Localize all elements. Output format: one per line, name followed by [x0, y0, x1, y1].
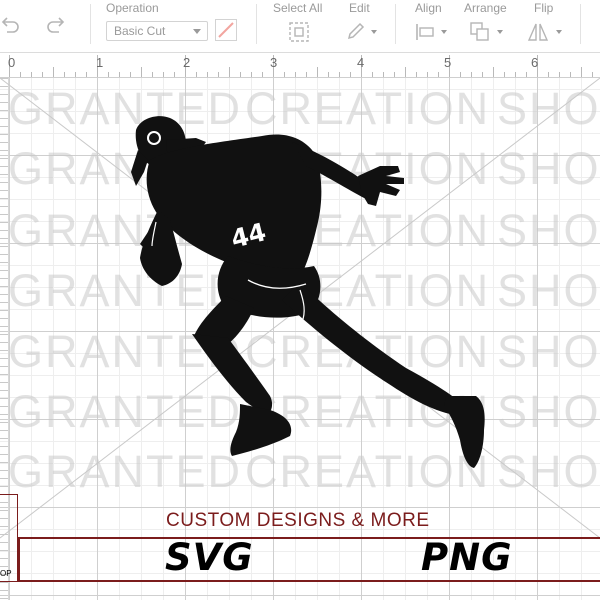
ruler-tick: [306, 72, 307, 77]
chevron-down-icon: [441, 30, 447, 34]
ruler-tick: [504, 72, 505, 77]
arrange-label: Arrange: [464, 1, 507, 15]
ruler-tick: [592, 72, 593, 77]
ruler-tick: [218, 72, 219, 77]
operation-value: Basic Cut: [114, 24, 166, 38]
ruler-mark: 6: [531, 55, 539, 70]
ruler-tick: [339, 72, 340, 77]
ruler-tick: [438, 72, 439, 77]
ruler-tick: [262, 72, 263, 77]
chevron-down-icon: [371, 30, 377, 34]
ruler-mark: 3: [270, 55, 278, 70]
ruler-tick: [86, 72, 87, 77]
undo-icon[interactable]: [0, 14, 20, 34]
ruler-tick: [75, 72, 76, 77]
ruler-tick: [240, 72, 241, 77]
ruler-tick: [416, 72, 417, 77]
ruler-tick: [284, 72, 285, 77]
ruler-tick: [581, 67, 582, 77]
ruler-tick: [328, 72, 329, 77]
ruler-tick: [174, 72, 175, 77]
ruler-tick: [251, 72, 252, 77]
ruler-tick: [405, 67, 406, 77]
ruler-tick: [108, 72, 109, 77]
toolbar-separator: [580, 4, 581, 44]
ruler-tick: [295, 72, 296, 77]
ruler-tick: [20, 72, 21, 77]
align-label: Align: [415, 1, 442, 15]
ruler-tick: [559, 72, 560, 77]
ruler-tick: [548, 72, 549, 77]
ruler-tick: [383, 72, 384, 77]
ruler-tick: [130, 72, 131, 77]
top-toolbar: Operation Basic Cut Select All Edit Alig…: [0, 0, 600, 53]
ruler-tick: [207, 72, 208, 77]
ruler-tick: [152, 72, 153, 77]
ruler-tick: [196, 72, 197, 77]
png-format-label: PNG: [421, 536, 513, 579]
pencil-edit-icon[interactable]: [346, 21, 366, 41]
ruler-tick: [350, 72, 351, 77]
ruler-tick: [42, 72, 43, 77]
chevron-down-icon: [193, 29, 201, 34]
ruler-tick: [372, 72, 373, 77]
ruler-tick: [482, 72, 483, 77]
flip-icon[interactable]: [526, 21, 550, 43]
side-fragment-text: OP: [0, 569, 12, 578]
svg-format-label: SVG: [165, 536, 254, 579]
arrange-icon[interactable]: [469, 21, 491, 43]
ruler-tick: [394, 72, 395, 77]
ruler-tick: [515, 72, 516, 77]
ruler-tick: [229, 67, 230, 77]
ruler-mark: 5: [444, 55, 452, 70]
redo-icon[interactable]: [45, 14, 67, 34]
ruler-tick: [119, 72, 120, 77]
toolbar-separator: [395, 4, 396, 44]
ruler-tick: [526, 72, 527, 77]
select-all-icon[interactable]: [288, 21, 310, 43]
toolbar-separator: [256, 4, 257, 44]
operation-select[interactable]: Basic Cut: [106, 21, 208, 41]
toolbar-separator: [90, 4, 91, 44]
select-all-label: Select All: [273, 1, 323, 15]
ruler-tick: [31, 72, 32, 77]
ruler-tick: [141, 67, 142, 77]
color-swatch-button[interactable]: [215, 19, 237, 41]
operation-label: Operation: [106, 1, 159, 15]
ruler-tick: [317, 67, 318, 77]
ruler-mark: 2: [183, 55, 191, 70]
horizontal-ruler: 0 1 2 3 4 5 6: [0, 53, 600, 78]
ruler-tick: [163, 72, 164, 77]
ruler-mark: 1: [96, 55, 104, 70]
flip-label: Flip: [534, 1, 554, 15]
chevron-down-icon: [497, 30, 503, 34]
align-icon[interactable]: [414, 22, 436, 42]
ruler-tick: [53, 67, 54, 77]
no-color-slash-icon: [218, 22, 234, 38]
ruler-tick: [493, 67, 494, 77]
ruler-tick: [64, 72, 65, 77]
banner-frame: [18, 537, 600, 582]
ruler-tick: [460, 72, 461, 77]
ruler-tick: [427, 72, 428, 77]
ruler-tick: [471, 72, 472, 77]
edit-label: Edit: [349, 1, 370, 15]
ruler-tick: [570, 72, 571, 77]
ruler-mark: 0: [8, 55, 16, 70]
ruler-mark: 4: [357, 55, 365, 70]
chevron-down-icon: [556, 30, 562, 34]
banner-title: CUSTOM DESIGNS & MORE: [166, 510, 430, 531]
